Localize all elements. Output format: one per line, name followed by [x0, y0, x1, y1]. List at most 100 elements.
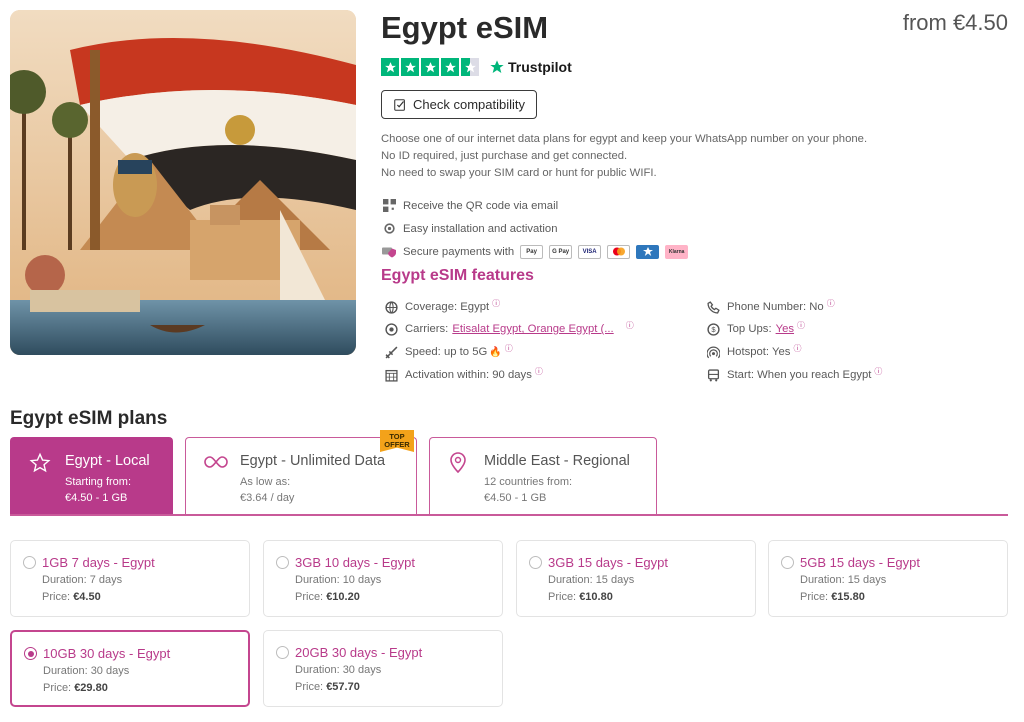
plan-radio[interactable]	[23, 556, 36, 569]
plan-name: 1GB 7 days - Egypt	[42, 555, 155, 570]
price-label: Price:	[43, 682, 72, 694]
tab-sub-line: €4.50 - 1 GB	[484, 492, 547, 504]
plan-card[interactable]: 3GB 15 days - Egypt Duration: 15 days Pr…	[516, 540, 756, 617]
feature-speed-label: Speed: up to 5G	[405, 346, 488, 358]
price-label: Price:	[548, 591, 577, 603]
klarna-icon: Klarna	[665, 244, 689, 259]
info-icon[interactable]: ⓘ	[797, 320, 805, 331]
bus-icon	[705, 367, 721, 383]
tab-subtitle: 12 countries from: €4.50 - 1 GB	[484, 474, 572, 506]
trustpilot-logo: Trustpilot	[489, 59, 572, 75]
tab-egypt-local[interactable]: Egypt - Local Starting from: €4.50 - 1 G…	[10, 437, 173, 515]
rating-star-icon	[401, 58, 419, 76]
feature-activation: Activation within: 90 days ⓘ	[383, 367, 543, 383]
price-value: €10.20	[326, 591, 360, 603]
plan-duration: Duration: 30 days	[43, 665, 130, 677]
rating-star-icon	[441, 58, 459, 76]
tab-sub-line: 12 countries from:	[484, 476, 573, 488]
mastercard-icon	[607, 244, 631, 259]
plan-name: 10GB 30 days - Egypt	[43, 646, 171, 661]
calendar-icon	[383, 367, 399, 383]
plan-card[interactable]: 20GB 30 days - Egypt Duration: 30 days P…	[263, 630, 503, 707]
product-title: Egypt eSIM	[381, 10, 549, 45]
price-label: Price:	[295, 681, 324, 693]
plan-duration: Duration: 15 days	[548, 574, 635, 586]
hotspot-icon	[705, 344, 721, 360]
plan-duration: Duration: 10 days	[295, 574, 382, 586]
trustpilot-star-icon	[490, 60, 504, 73]
apple-pay-icon: Pay	[520, 244, 544, 259]
topups-link[interactable]: Yes	[776, 323, 794, 335]
trustpilot-label: Trustpilot	[508, 59, 572, 75]
secure-payment-icon	[381, 244, 397, 260]
location-pin-icon	[448, 452, 468, 479]
feature-hotspot: Hotspot: Yes ⓘ	[705, 344, 801, 360]
plan-card[interactable]: 5GB 15 days - Egypt Duration: 15 days Pr…	[768, 540, 1008, 617]
price-value: €29.80	[74, 682, 108, 694]
network-icon	[383, 321, 399, 337]
plan-name: 5GB 15 days - Egypt	[800, 555, 920, 570]
plan-duration: Duration: 7 days	[42, 574, 123, 586]
info-icon[interactable]: ⓘ	[492, 298, 500, 309]
rating-half-star-icon	[461, 58, 479, 76]
visa-icon: VISA	[578, 244, 602, 259]
plan-radio[interactable]	[276, 646, 289, 659]
plan-radio[interactable]	[276, 556, 289, 569]
carriers-link[interactable]: Etisalat Egypt, Orange Egypt (...	[452, 323, 613, 335]
infinity-icon	[204, 455, 228, 474]
qr-code-icon	[381, 198, 397, 214]
plan-name: 20GB 30 days - Egypt	[295, 645, 423, 660]
feature-top-ups: $ Top Ups: Yes ⓘ	[705, 321, 805, 337]
checklist-icon	[394, 98, 405, 111]
product-hero-image	[10, 10, 356, 355]
tab-sub-line: €4.50 - 1 GB	[65, 492, 128, 504]
info-icon[interactable]: ⓘ	[535, 366, 543, 377]
tab-sub-line: Starting from:	[65, 476, 132, 488]
plan-radio[interactable]	[781, 556, 794, 569]
tab-middle-east-regional[interactable]: Middle East - Regional 12 countries from…	[429, 437, 657, 515]
tab-name: Egypt - Unlimited Data	[240, 453, 386, 469]
plan-name: 3GB 10 days - Egypt	[295, 555, 415, 570]
info-icon[interactable]: ⓘ	[827, 298, 835, 309]
feature-coverage: Coverage: Egypt ⓘ	[383, 299, 500, 315]
perk-qr: Receive the QR code via email	[381, 194, 688, 217]
info-icon[interactable]: ⓘ	[793, 343, 801, 354]
trustpilot-rating[interactable]: Trustpilot	[381, 58, 572, 76]
features-title: Egypt eSIM features	[381, 267, 534, 284]
amex-icon	[636, 244, 660, 259]
plan-duration: Duration: 15 days	[800, 574, 887, 586]
plan-card[interactable]: 1GB 7 days - Egypt Duration: 7 days Pric…	[10, 540, 250, 617]
info-icon[interactable]: ⓘ	[626, 320, 634, 331]
check-compatibility-button[interactable]: Check compatibility	[381, 90, 537, 119]
top-up-icon: $	[705, 321, 721, 337]
plan-duration: Duration: 30 days	[295, 664, 382, 676]
plan-price: Price: €29.80	[43, 682, 108, 694]
price-label: Price:	[295, 591, 324, 603]
plan-price: Price: €4.50	[42, 591, 101, 603]
price-from: from €4.50	[902, 10, 1008, 35]
price-value: €15.80	[831, 591, 865, 603]
feature-carriers-label: Carriers:	[405, 323, 449, 335]
plan-price: Price: €15.80	[800, 591, 865, 603]
tab-name: Middle East - Regional	[484, 453, 630, 469]
perk-secure-payments: Secure payments with Pay G Pay VISA Klar…	[381, 240, 689, 263]
perk-qr-label: Receive the QR code via email	[403, 199, 559, 212]
tab-sub-line: As low as:	[240, 476, 291, 488]
star-outline-icon	[29, 452, 51, 479]
product-description: Choose one of our internet data plans fo…	[381, 131, 1001, 182]
phone-icon	[705, 299, 721, 315]
feature-topups-label: Top Ups:	[727, 323, 772, 335]
perks-list: Receive the QR code via email Easy insta…	[381, 194, 689, 263]
check-compatibility-label: Check compatibility	[413, 97, 525, 112]
price-value: €4.50	[73, 591, 101, 603]
info-icon[interactable]: ⓘ	[505, 343, 513, 354]
plan-radio-checked[interactable]	[24, 647, 37, 660]
rating-star-icon	[381, 58, 399, 76]
plan-radio[interactable]	[529, 556, 542, 569]
price-value: €57.70	[326, 681, 360, 693]
plan-card-selected[interactable]: 10GB 30 days - Egypt Duration: 30 days P…	[10, 630, 250, 707]
feature-hotspot-label: Hotspot: Yes	[727, 346, 791, 358]
info-icon[interactable]: ⓘ	[874, 366, 882, 377]
tab-name: Egypt - Local	[65, 453, 150, 469]
plan-card[interactable]: 3GB 10 days - Egypt Duration: 10 days Pr…	[263, 540, 503, 617]
